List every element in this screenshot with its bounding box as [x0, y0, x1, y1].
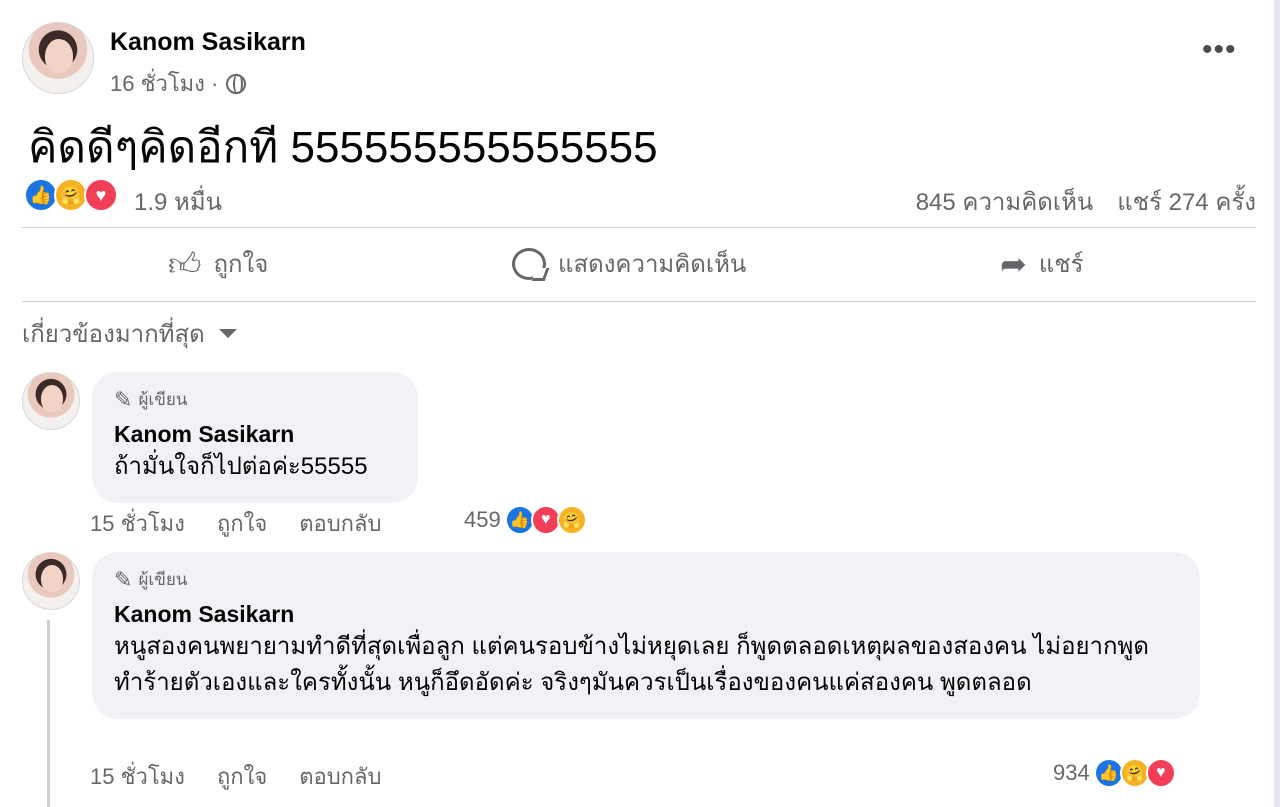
post-time[interactable]: 16 ชั่วโมง · — [110, 66, 218, 101]
thread-line — [47, 620, 50, 807]
share-button[interactable]: ➦ แชร์ — [1000, 244, 1083, 283]
thumbs-up-icon: 👍︎ — [168, 245, 202, 282]
chevron-down-icon — [218, 329, 237, 338]
author-badge-label: ผู้เขียน — [138, 390, 188, 409]
divider — [22, 227, 1256, 228]
comment-like-button[interactable]: ถูกใจ — [217, 506, 267, 541]
reaction-icons[interactable]: 👍 🤗 ♥ — [24, 178, 118, 212]
comment-reaction-count: 934 — [1053, 760, 1090, 785]
reaction-summary: 👍 🤗 ♥ 1.9 หมื่น 845 ความคิดเห็น แชร์ 274… — [24, 176, 1256, 216]
author-badge: ✎ ผู้เขียน — [114, 386, 396, 413]
comment-button[interactable]: แสดงความคิดเห็น — [512, 244, 746, 283]
comment-reaction-count: 459 — [464, 507, 501, 532]
commenter-avatar[interactable] — [22, 372, 80, 430]
author-avatar[interactable] — [22, 22, 94, 94]
comment-reply-button[interactable]: ตอบกลับ — [299, 506, 381, 541]
comment-bubble: ✎ ผู้เขียน Kanom Sasikarn ถ้ามั่นใจก็ไปต… — [92, 372, 418, 503]
comment-button-label: แสดงความคิดเห็น — [558, 251, 747, 278]
comment-time[interactable]: 15 ชั่วโมง — [90, 759, 185, 794]
pen-icon: ✎ — [114, 386, 133, 412]
post-meta: 16 ชั่วโมง · — [110, 66, 247, 101]
comment-like-button[interactable]: ถูกใจ — [217, 759, 267, 794]
divider — [22, 301, 1256, 302]
shares-count[interactable]: แชร์ 274 ครั้ง — [1117, 182, 1256, 221]
comment-reactions[interactable]: 934 👍 🤗 ♥ — [1053, 758, 1176, 788]
comment-author[interactable]: Kanom Sasikarn — [114, 419, 396, 449]
comment-reactions[interactable]: 459 👍 ♥ 🤗 — [464, 505, 587, 535]
reaction-count[interactable]: 1.9 หมื่น — [134, 182, 222, 221]
comment-actions: 15 ชั่วโมง ถูกใจ ตอบกลับ — [90, 759, 381, 794]
share-button-label: แชร์ — [1038, 251, 1084, 278]
love-icon: ♥ — [84, 178, 118, 212]
author-badge-label: ผู้เขียน — [138, 570, 188, 589]
post-header: Kanom Sasikarn 16 ชั่วโมง · ••• — [22, 22, 1262, 96]
commenter-avatar[interactable] — [22, 552, 80, 610]
share-arrow-icon: ➦ — [1000, 245, 1027, 282]
comment-author[interactable]: Kanom Sasikarn — [114, 599, 1178, 629]
comment-text: หนูสองคนพยายามทำดีที่สุดเพื่อลูก แต่คนรอ… — [114, 633, 1149, 696]
sort-label: เกี่ยวข้องมากที่สุด — [22, 321, 205, 348]
engagement-stats: 845 ความคิดเห็น แชร์ 274 ครั้ง — [916, 182, 1256, 221]
post-text: คิดดีๆคิดอีกที 555555555555555 — [28, 123, 658, 172]
comments-count[interactable]: 845 ความคิดเห็น — [916, 182, 1094, 221]
care-icon: 🤗 — [54, 178, 88, 212]
globe-icon — [226, 73, 247, 94]
author-badge: ✎ ผู้เขียน — [114, 566, 1178, 593]
like-icon: 👍 — [24, 178, 58, 212]
love-icon: ♥ — [1145, 758, 1176, 788]
author-name[interactable]: Kanom Sasikarn — [110, 28, 306, 57]
like-button[interactable]: 👍︎ ถูกใจ — [168, 244, 268, 283]
like-button-label: ถูกใจ — [213, 251, 269, 278]
pen-icon: ✎ — [114, 566, 133, 592]
comment-time[interactable]: 15 ชั่วโมง — [90, 506, 185, 541]
care-icon: 🤗 — [556, 505, 587, 535]
comment-reply-button[interactable]: ตอบกลับ — [299, 759, 381, 794]
more-icon[interactable]: ••• — [1202, 35, 1237, 65]
comment-bubble-icon — [512, 247, 546, 280]
comment-bubble: ✎ ผู้เขียน Kanom Sasikarn หนูสองคนพยายาม… — [92, 552, 1200, 719]
comment-text: ถ้ามั่นใจก็ไปต่อค่ะ55555 — [114, 453, 368, 480]
comment-sort-dropdown[interactable]: เกี่ยวข้องมากที่สุด — [22, 314, 237, 353]
page-edge — [1274, 0, 1280, 807]
comment-actions: 15 ชั่วโมง ถูกใจ ตอบกลับ — [90, 506, 381, 541]
action-bar: 👍︎ ถูกใจ แสดงความคิดเห็น ➦ แชร์ — [22, 230, 1256, 300]
